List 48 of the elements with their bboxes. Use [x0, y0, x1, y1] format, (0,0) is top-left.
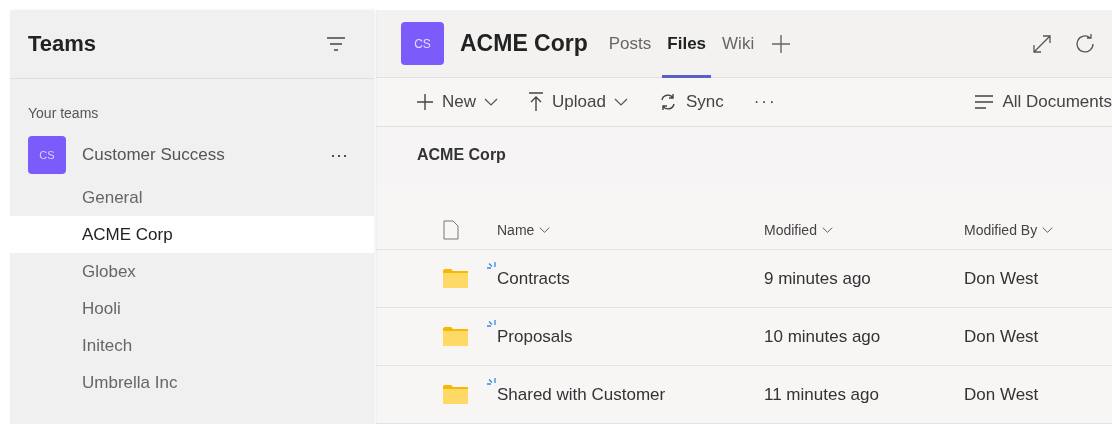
file-name[interactable]: Contracts — [497, 268, 570, 288]
modified-time: 10 minutes ago — [764, 326, 882, 347]
column-header[interactable]: Modified By — [964, 221, 1112, 238]
team-avatar: CS — [401, 22, 444, 65]
add-tab-icon[interactable] — [771, 33, 792, 54]
column-header[interactable]: Modified — [764, 221, 964, 238]
file-type-icon — [443, 219, 459, 240]
modified-by: Don West — [964, 268, 1040, 289]
panel-title: Teams — [28, 31, 97, 57]
channel-title: ACME Corp — [460, 30, 588, 57]
column-header[interactable]: Name — [497, 221, 764, 238]
chevron-down-icon — [821, 225, 833, 234]
refresh-icon[interactable] — [1074, 32, 1096, 55]
team-avatar: CS — [28, 136, 66, 174]
upload-icon — [528, 91, 544, 112]
channel-item[interactable]: Hooli — [10, 290, 374, 327]
chevron-down-icon — [1042, 225, 1054, 234]
file-name[interactable]: Proposals — [497, 326, 573, 346]
folder-icon — [443, 327, 468, 346]
plus-icon — [416, 92, 434, 111]
more-button[interactable]: ··· — [330, 144, 348, 166]
tab[interactable]: Wiki — [717, 9, 760, 78]
expand-icon[interactable] — [1032, 33, 1052, 54]
modified-time: 11 minutes ago — [764, 384, 880, 405]
folder-icon — [443, 385, 468, 404]
channel-item[interactable]: Globex — [10, 253, 374, 290]
modified-time: 9 minutes ago — [764, 268, 872, 289]
toolbar-button[interactable]: Sync — [657, 91, 724, 112]
channel-item[interactable]: Initech — [10, 327, 374, 364]
modified-by: Don West — [964, 326, 1040, 347]
folder-icon — [443, 269, 468, 288]
toolbar-button[interactable]: All Documents — [974, 91, 1112, 112]
channel-item[interactable]: ACME Corp — [10, 216, 374, 253]
filter-icon[interactable] — [326, 37, 346, 51]
more-button[interactable]: ··· — [753, 91, 777, 112]
file-name[interactable]: Shared with Customer — [497, 384, 666, 404]
tab[interactable]: Posts — [603, 9, 657, 78]
team-name[interactable]: Customer Success — [82, 145, 314, 165]
toolbar-button[interactable]: New — [416, 91, 498, 112]
section-label: Your teams — [28, 105, 99, 121]
breadcrumb: ACME Corp — [417, 145, 506, 164]
chevron-down-icon — [539, 225, 551, 234]
toolbar-button[interactable]: Upload — [528, 91, 628, 112]
tab[interactable]: Files — [662, 9, 712, 78]
modified-by: Don West — [964, 384, 1040, 405]
channel-item[interactable]: General — [10, 179, 374, 216]
channel-item[interactable]: Umbrella Inc — [10, 364, 374, 401]
list-view-icon — [974, 94, 995, 109]
